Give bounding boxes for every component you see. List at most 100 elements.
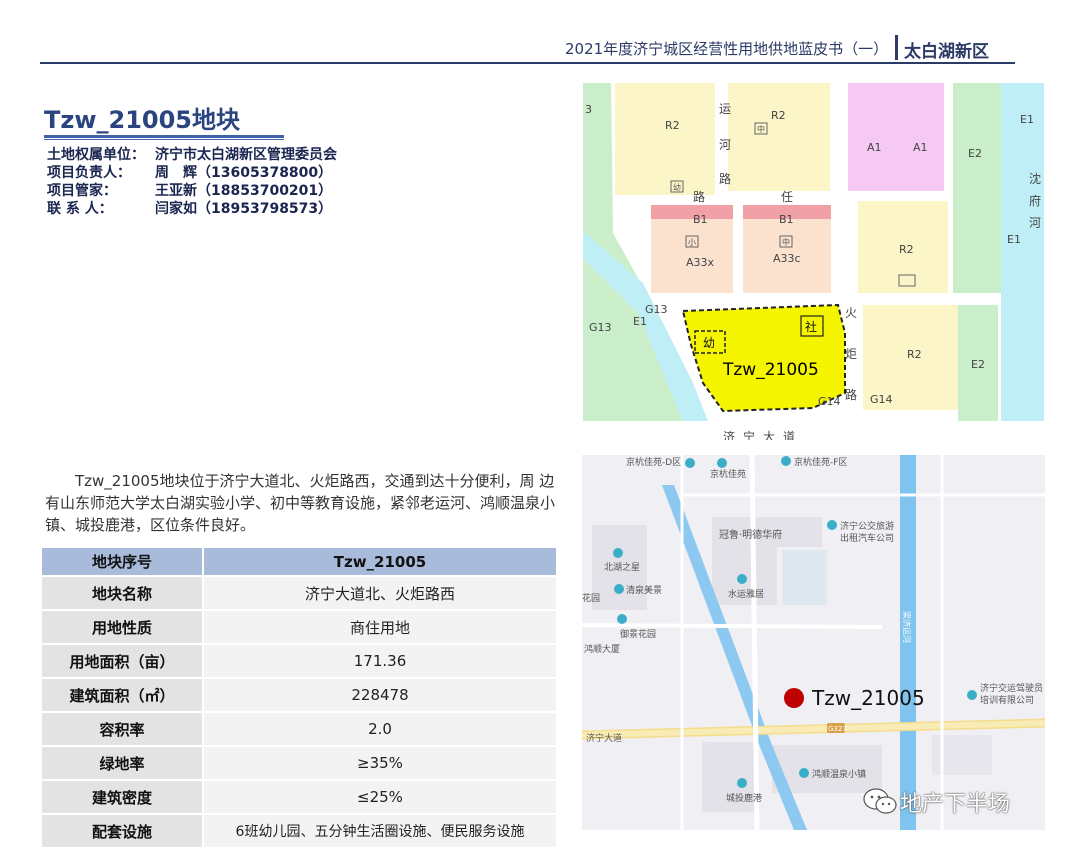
poi-icon: [717, 458, 727, 468]
row-value: ≤25%: [203, 780, 558, 815]
parcel-label: Tzw_21005: [722, 360, 819, 380]
zone-label: G13: [645, 303, 668, 316]
poi-label: 京杭佳苑: [710, 468, 746, 480]
poi-label: 鸿顺大厦: [584, 643, 620, 655]
table-row: 容积率 2.0: [42, 712, 558, 747]
poi-icon: [613, 548, 623, 558]
row-value: 2.0: [203, 712, 558, 747]
zone-label: E2: [968, 147, 982, 160]
poi-label: 北湖之星: [604, 561, 640, 573]
poi-label: 城投鹿港: [726, 792, 762, 804]
marker-label: Tzw_21005: [811, 686, 925, 710]
poi-label: 出租汽车公司: [840, 532, 894, 544]
row-value: ≥35%: [203, 746, 558, 781]
road-label: 路: [719, 171, 731, 186]
table-row: 用地性质 商住用地: [42, 610, 558, 645]
road-label: 济: [723, 429, 735, 440]
row-label: 建筑面积（㎡）: [42, 678, 204, 713]
row-label: 容积率: [42, 712, 204, 747]
contact-row: 联 系 人： 闫家如（18953798573）: [47, 198, 332, 218]
kindergarten-label: 幼: [703, 336, 715, 350]
poi-icon: [614, 584, 624, 594]
description-text: Tzw_21005地块位于济宁大道北、火炬路西，交通到达十分便利，周 边有山东师…: [45, 472, 556, 534]
contact-label: 项目负责人：: [47, 165, 131, 181]
zone-label: G14: [870, 393, 893, 406]
zone-label: 3: [585, 103, 592, 116]
block-r2-a: [615, 83, 715, 195]
community-label: 社: [805, 319, 817, 334]
zone-label: A1: [867, 141, 882, 154]
zone-label: R2: [907, 348, 922, 361]
road-label: 河: [1029, 216, 1041, 230]
header-rule: [40, 62, 1015, 64]
building-block: [782, 550, 827, 605]
road-label: 济宁大道: [586, 732, 622, 744]
row-label: 地块名称: [42, 576, 204, 611]
zone-label: B1: [693, 213, 708, 226]
facility-label: 中: [782, 237, 790, 247]
zone-label: A33x: [686, 256, 715, 269]
highway-label: G327: [828, 725, 847, 733]
poi-icon: [827, 520, 837, 530]
road-label: 运: [719, 102, 731, 116]
row-label: 配套设施: [42, 814, 204, 849]
table-row: 绿地率 ≥35%: [42, 746, 558, 781]
canal-label: 梁济运河: [902, 611, 912, 643]
facility-label: 中: [757, 124, 765, 134]
road-label: 任: [781, 190, 793, 204]
poi-label: 鸿顺温泉小镇: [812, 768, 866, 780]
poi-icon: [737, 778, 747, 788]
road-label: 河: [719, 138, 731, 152]
zone-label: A33c: [773, 252, 801, 265]
region-name: 太白湖新区: [904, 42, 989, 62]
zone-label: E1: [633, 315, 647, 328]
zone-label: G14: [818, 395, 841, 408]
row-label: 绿地率: [42, 746, 204, 781]
road-label: 炬: [845, 347, 857, 361]
table-row: 建筑面积（㎡） 228478: [42, 678, 558, 713]
contact-row: 项目管家： 王亚新（18853700201）: [47, 180, 332, 200]
zone-label: G13: [589, 321, 612, 334]
road-label: 大: [763, 430, 775, 440]
poi-label: 京杭佳苑-F区: [794, 456, 847, 468]
road-label: 火: [845, 306, 857, 320]
table-row: 配套设施 6班幼儿园、五分钟生活圈设施、便民服务设施: [42, 814, 558, 849]
zone-label: R2: [771, 109, 786, 122]
row-value: 6班幼儿园、五分钟生活圈设施、便民服务设施: [203, 814, 558, 849]
row-label: 用地性质: [42, 610, 204, 645]
contact-value: 周 辉（13605378800）: [155, 165, 333, 181]
facility-label: 幼: [673, 182, 681, 192]
parcel-title: Tzw_21005地块: [44, 106, 241, 134]
poi-icon: [799, 768, 809, 778]
road-horizontal: [582, 623, 883, 629]
contact-value: 济宁市太白湖新区管理委员会: [155, 147, 337, 163]
road-label: 路: [845, 387, 857, 402]
parcel-description: Tzw_21005地块位于济宁大道北、火炬路西，交通到达十分便利，周 边有山东师…: [45, 470, 555, 536]
road-label: 道: [783, 430, 795, 440]
zone-label: E1: [1020, 113, 1034, 126]
table-header-row: 地块序号 Tzw_21005: [42, 548, 558, 577]
zone-label: E1: [1007, 233, 1021, 246]
block-a1: [848, 83, 944, 191]
table-row: 建筑密度 ≤25%: [42, 780, 558, 815]
header-divider: [895, 35, 898, 60]
watermark-text: 地产下半场: [900, 792, 1011, 817]
poi-label: 清泉美景: [626, 584, 662, 596]
road-label: 宁: [743, 429, 755, 440]
row-value: 228478: [203, 678, 558, 713]
facility-label: 小: [688, 238, 696, 247]
contact-row: 土地权属单位： 济宁市太白湖新区管理委员会: [47, 144, 337, 164]
row-label: 用地面积（亩）: [42, 644, 204, 679]
block-b1-a: [651, 205, 733, 219]
parcel-marker-icon: [784, 688, 804, 708]
zone-label: R2: [665, 119, 680, 132]
title-underline: [44, 135, 284, 138]
table-row: 地块名称 济宁大道北、火炬路西: [42, 576, 558, 611]
zone-label: E2: [971, 358, 985, 371]
row-label: 建筑密度: [42, 780, 204, 815]
poi-icon: [967, 690, 977, 700]
poi-label: 培训有限公司: [980, 694, 1034, 706]
site-plan-map: R2 R2 A1 A1 E2 E1 B1 B1 A33x A33c R2 E1 …: [583, 83, 1044, 440]
row-value: 济宁大道北、火炬路西: [203, 576, 558, 611]
contact-row: 项目负责人： 周 辉（13605378800）: [47, 162, 332, 182]
